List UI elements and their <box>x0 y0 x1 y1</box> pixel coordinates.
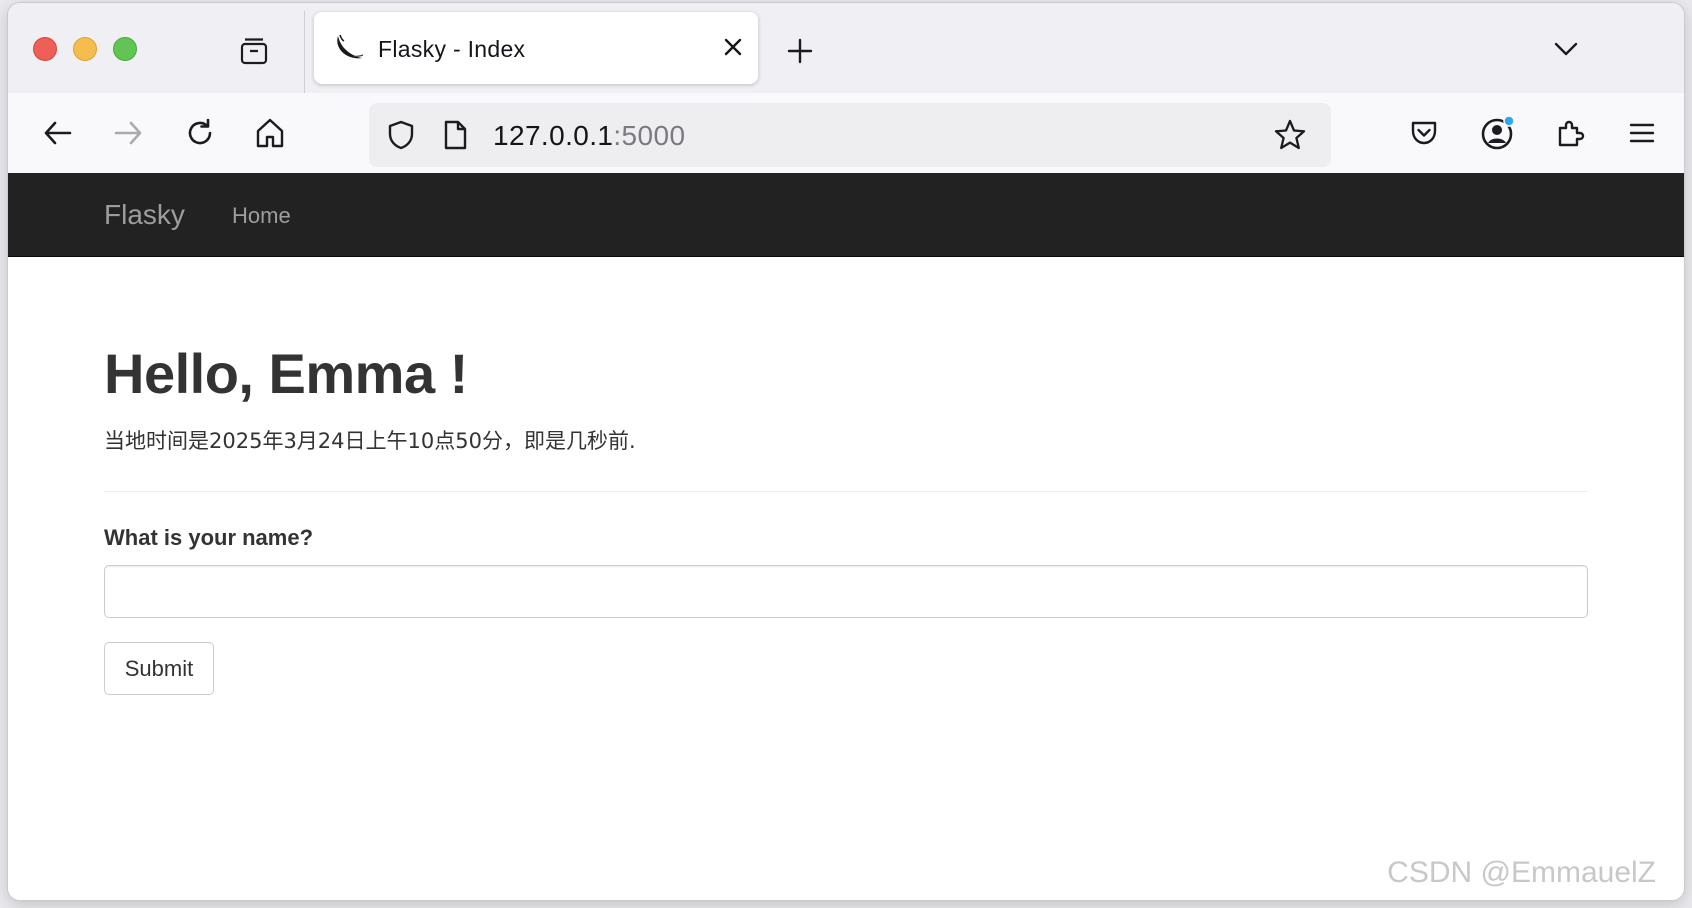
tab-title: Flasky - Index <box>378 36 526 62</box>
pocket-icon[interactable] <box>1404 113 1444 153</box>
browser-window: Flasky - Index 127.0.0.1:5000 Flasky Hom… <box>8 3 1684 900</box>
back-arrow-icon[interactable] <box>38 113 78 153</box>
submit-button[interactable]: Submit <box>104 642 214 695</box>
page-content: Flasky Home Hello, Emma ! 当地时间是2025年3月24… <box>8 173 1684 900</box>
chevron-down-icon[interactable] <box>1548 31 1584 67</box>
local-time-text: 当地时间是2025年3月24日上午10点50分，即是几秒前. <box>104 428 636 453</box>
close-icon[interactable] <box>718 32 748 62</box>
page-header: Hello, Emma ! 当地时间是2025年3月24日上午10点50分，即是… <box>104 343 1588 455</box>
plus-icon[interactable] <box>782 33 818 69</box>
navbar-brand[interactable]: Flasky <box>104 199 185 231</box>
account-badge-icon <box>1503 115 1515 127</box>
close-window-button[interactable] <box>33 37 57 61</box>
name-input[interactable] <box>104 565 1588 618</box>
page-title: Hello, Emma ! <box>104 342 468 405</box>
url-text[interactable]: 127.0.0.1:5000 <box>493 120 685 152</box>
site-navbar: Flasky Home <box>8 173 1684 257</box>
minimize-window-button[interactable] <box>73 37 97 61</box>
shield-icon[interactable] <box>383 117 419 153</box>
zoom-window-button[interactable] <box>113 37 137 61</box>
hamburger-menu-icon[interactable] <box>1622 113 1662 153</box>
header-divider <box>104 491 1588 492</box>
flask-favicon-icon <box>332 32 364 64</box>
tab-separator <box>304 11 305 93</box>
tab-flasky-index[interactable]: Flasky - Index <box>314 12 758 84</box>
tab-groups-icon[interactable] <box>234 31 274 71</box>
account-icon[interactable] <box>1476 111 1520 155</box>
forward-arrow-icon[interactable] <box>108 113 148 153</box>
tab-strip: Flasky - Index <box>8 3 1684 93</box>
name-field-label: What is your name? <box>104 525 314 550</box>
url-host: 127.0.0.1 <box>493 120 614 151</box>
url-port: :5000 <box>613 120 686 151</box>
navigation-toolbar: 127.0.0.1:5000 <box>8 93 1684 173</box>
nav-home-link[interactable]: Home <box>232 203 291 229</box>
extensions-icon[interactable] <box>1550 113 1590 153</box>
star-icon[interactable] <box>1271 116 1309 154</box>
reload-icon[interactable] <box>180 113 220 153</box>
home-icon[interactable] <box>250 113 290 153</box>
watermark: CSDN @EmmauelZ <box>1387 856 1656 889</box>
page-icon[interactable] <box>437 117 473 153</box>
url-bar[interactable]: 127.0.0.1:5000 <box>369 103 1331 167</box>
